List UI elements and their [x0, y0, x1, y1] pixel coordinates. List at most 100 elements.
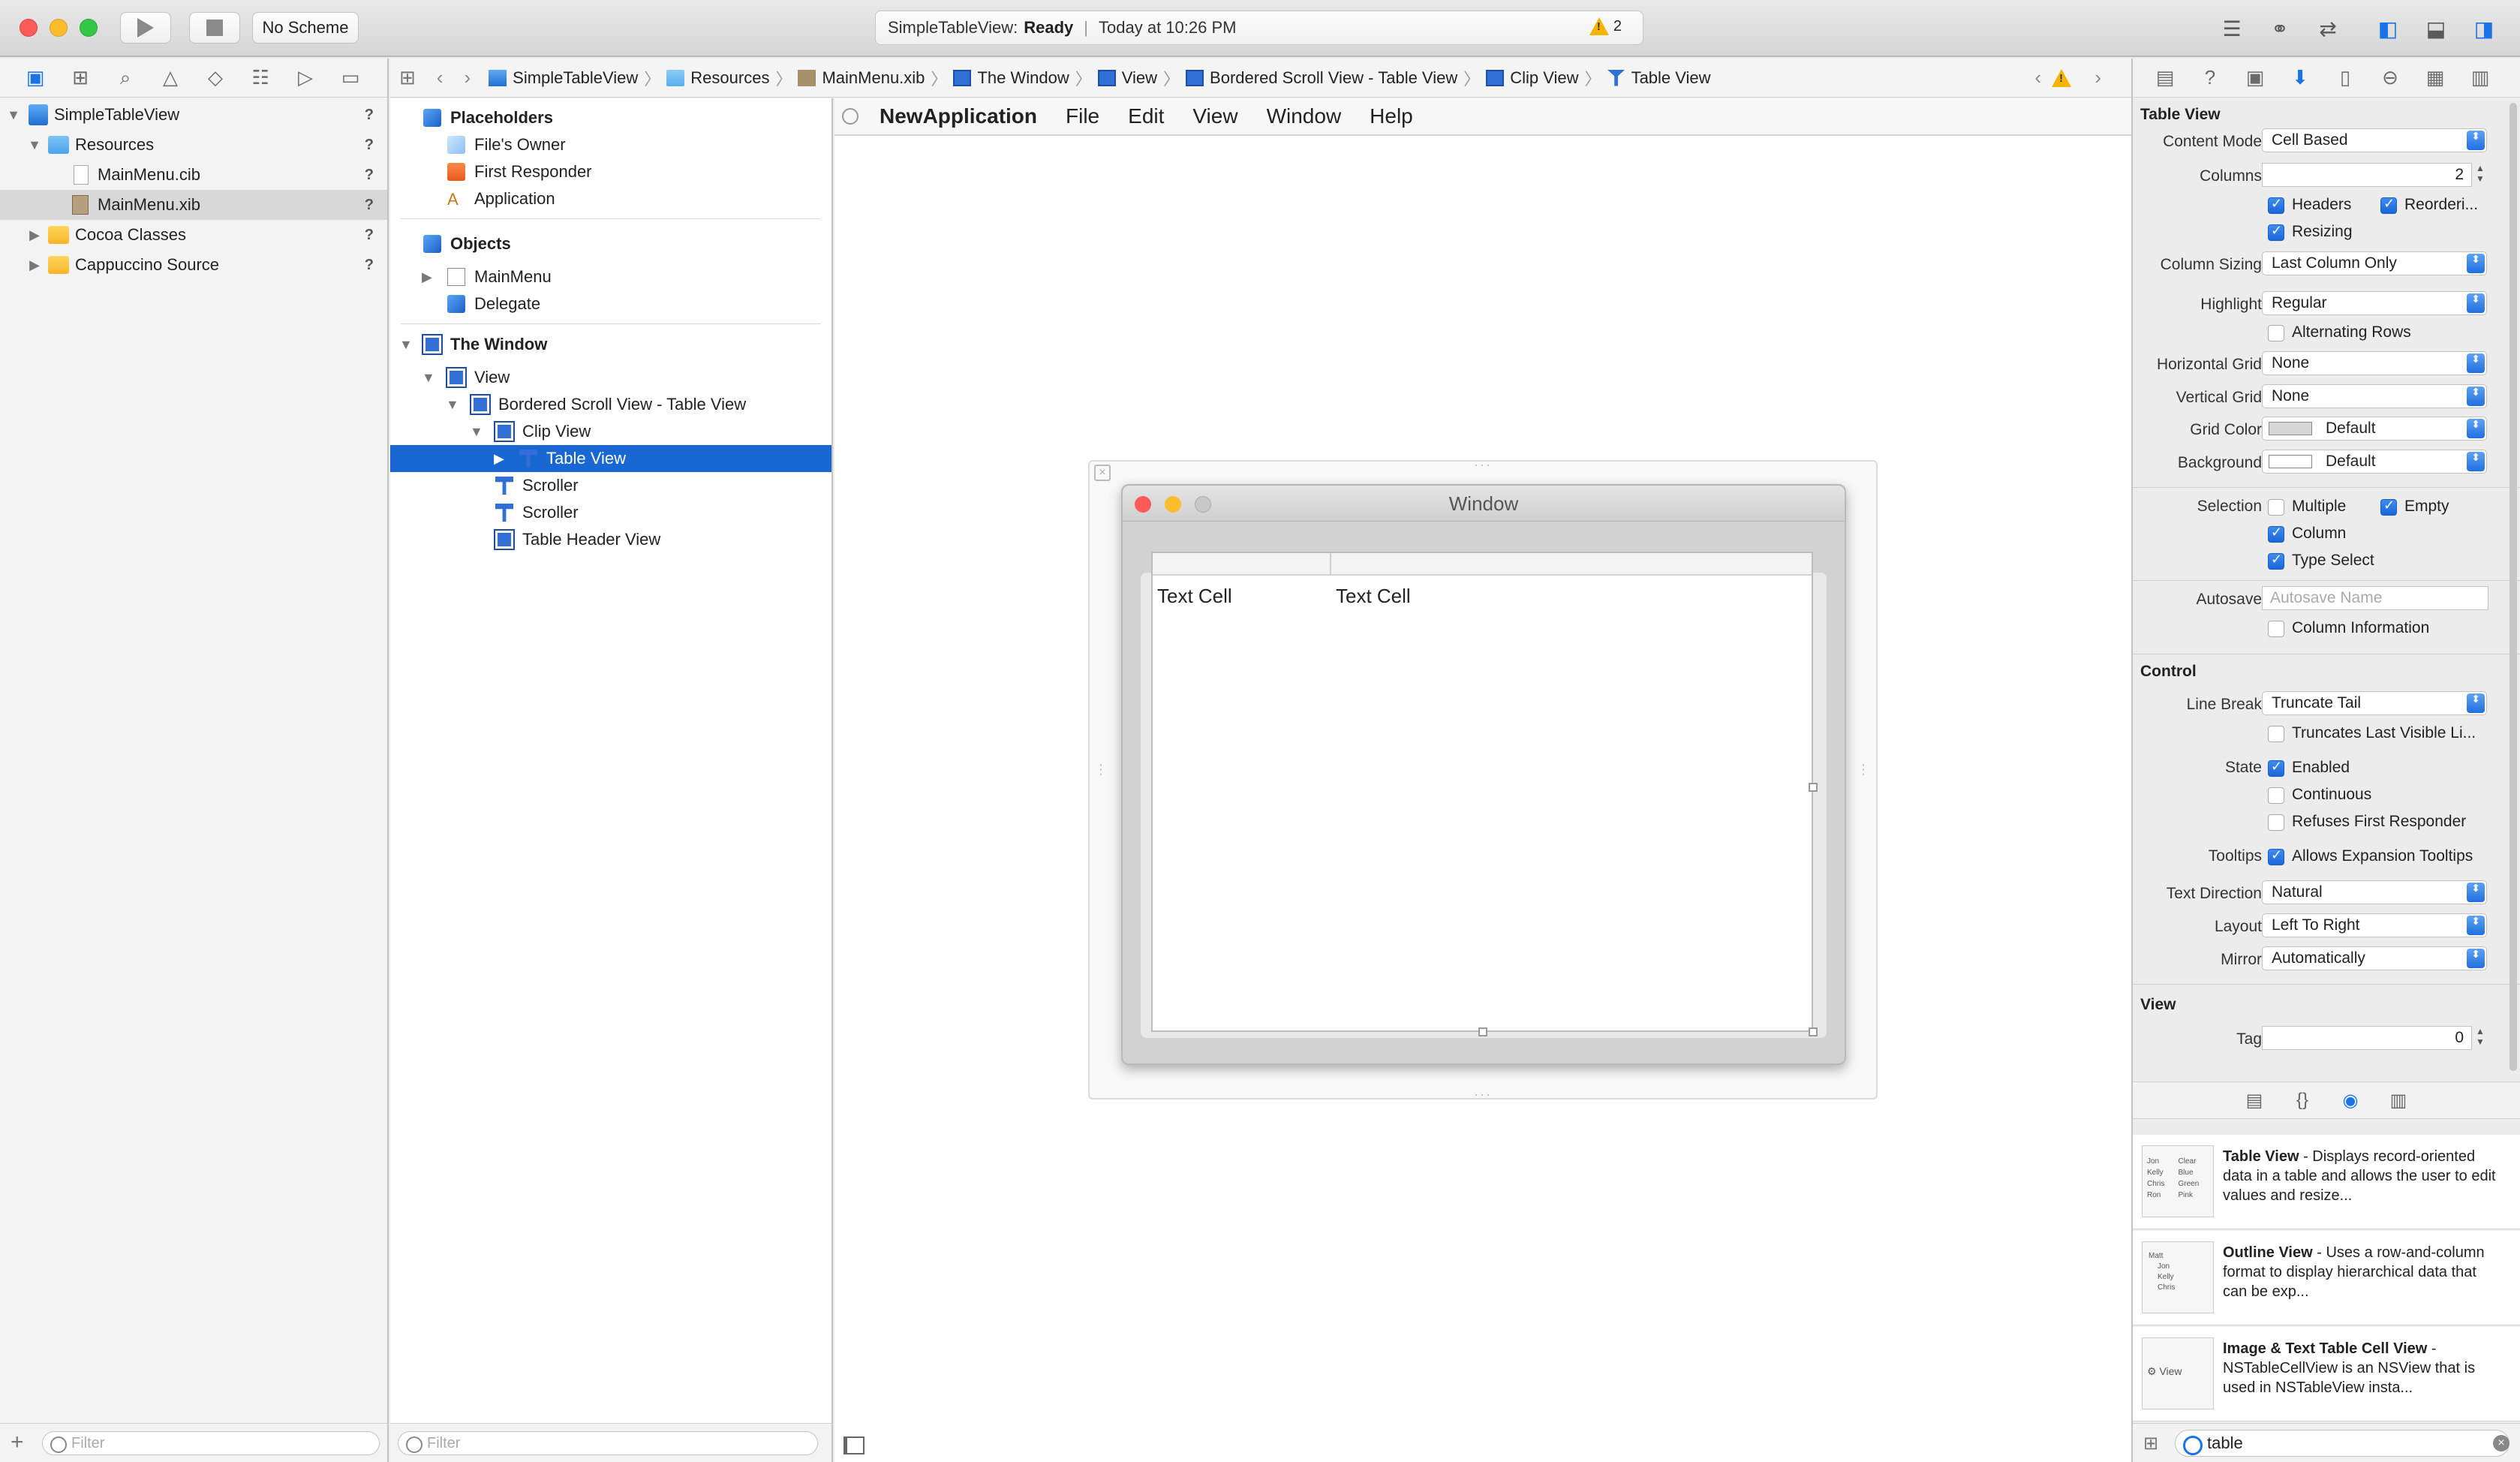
resize-handle[interactable]: [1809, 783, 1818, 792]
line-break-popup[interactable]: Truncate Tail ⬍: [2262, 691, 2487, 715]
navigator-filter-input[interactable]: Filter: [42, 1431, 380, 1455]
outline-item-application[interactable]: A Application: [390, 185, 831, 212]
effects-inspector-icon[interactable]: ▥: [2469, 66, 2491, 89]
alternating-rows-checkbox[interactable]: [2268, 325, 2284, 341]
mirror-popup[interactable]: Automatically ⬍: [2262, 946, 2487, 970]
resize-dots-icon[interactable]: ⋮: [1857, 762, 1872, 778]
disclosure-open-icon[interactable]: ▼: [470, 424, 483, 440]
connections-inspector-icon[interactable]: ⊖: [2379, 66, 2401, 89]
jump-item-clip-view[interactable]: Clip View: [1486, 68, 1579, 88]
type-select-checkbox[interactable]: [2268, 552, 2284, 570]
code-snippet-library-icon[interactable]: {}: [2292, 1090, 2313, 1111]
outline-section-placeholders[interactable]: Placeholders: [390, 104, 831, 131]
inspector-scrollbar[interactable]: [2509, 103, 2517, 1071]
column-divider[interactable]: [1330, 553, 1331, 576]
window-minimize-button[interactable]: [50, 19, 68, 37]
jump-item-scroll-view[interactable]: Bordered Scroll View - Table View: [1186, 68, 1457, 88]
issue-navigator-warning-icon[interactable]: △: [158, 65, 183, 91]
window-zoom-button[interactable]: [80, 19, 98, 37]
attributes-inspector-icon[interactable]: ⬇: [2289, 66, 2311, 89]
previous-issue-chevron-icon[interactable]: ‹: [2034, 66, 2041, 89]
stop-button[interactable]: [189, 12, 240, 44]
outline-item-first-responder[interactable]: First Responder: [390, 158, 831, 185]
jump-item-view[interactable]: View: [1097, 68, 1157, 88]
library-search-input[interactable]: table: [2175, 1430, 2509, 1457]
resize-handle[interactable]: [1478, 1027, 1487, 1036]
refuses-first-responder-checkbox[interactable]: [2268, 814, 2284, 831]
jump-item-xib[interactable]: MainMenu.xib: [798, 68, 925, 88]
nav-item-mainmenu-xib[interactable]: MainMenu.xib ?: [0, 190, 387, 220]
menu-view[interactable]: View: [1192, 104, 1237, 128]
table-scroll-view[interactable]: Text Cell Text Cell: [1151, 552, 1818, 1036]
enabled-checkbox[interactable]: [2268, 759, 2284, 777]
menu-close-icon[interactable]: [842, 108, 859, 125]
grid-color-popup[interactable]: Default ⬍: [2262, 417, 2487, 441]
breakpoint-navigator-icon[interactable]: ▷: [293, 65, 318, 91]
columns-stepper-icon[interactable]: ▲ ▼: [2473, 163, 2487, 187]
empty-selection-checkbox[interactable]: [2380, 498, 2397, 516]
standard-editor-icon[interactable]: ☰: [2212, 14, 2251, 44]
headers-checkbox[interactable]: [2268, 196, 2284, 214]
disclosure-open-icon[interactable]: ▼: [399, 337, 413, 353]
file-inspector-icon[interactable]: ▤: [2154, 66, 2176, 89]
layout-popup[interactable]: Left To Right ⬍: [2262, 913, 2487, 937]
nav-item-resources[interactable]: ▼ Resources ?: [0, 130, 387, 160]
multiple-selection-checkbox[interactable]: [2268, 499, 2284, 516]
outline-section-objects[interactable]: Objects: [390, 230, 831, 257]
outline-item-view[interactable]: ▼ View: [390, 364, 831, 391]
nav-item-project[interactable]: ▼ SimpleTableView ?: [0, 100, 387, 130]
content-mode-popup[interactable]: Cell Based ⬍: [2262, 128, 2487, 152]
toggle-utilities-icon[interactable]: ◨: [2464, 14, 2503, 44]
menu-window[interactable]: Window: [1267, 104, 1342, 128]
menu-app-name[interactable]: NewApplication: [880, 104, 1037, 128]
table-header[interactable]: [1153, 553, 1812, 576]
symbol-navigator-icon[interactable]: ⊞: [68, 65, 93, 91]
nav-item-mainmenu-cib[interactable]: MainMenu.cib ?: [0, 160, 387, 190]
version-editor-icon[interactable]: ⇄: [2308, 14, 2347, 44]
resize-dots-icon[interactable]: ⋮: [1094, 762, 1109, 778]
issue-warning-icon[interactable]: [2052, 68, 2071, 87]
disclosure-open-icon[interactable]: ▼: [422, 370, 435, 386]
outline-item-files-owner[interactable]: File's Owner: [390, 131, 831, 158]
columns-field[interactable]: 2: [2262, 163, 2472, 187]
nav-item-cappuccino-source[interactable]: ▶ Cappuccino Source ?: [0, 250, 387, 280]
design-window[interactable]: Window Text Cell Text Cell: [1121, 484, 1846, 1065]
outline-filter-input[interactable]: Filter: [398, 1431, 818, 1455]
reordering-checkbox[interactable]: [2380, 196, 2397, 214]
next-issue-chevron-icon[interactable]: ›: [2094, 66, 2101, 89]
outline-section-window[interactable]: ▼ The Window: [390, 331, 831, 358]
outline-item-scroller-2[interactable]: Scroller: [390, 499, 831, 526]
run-button[interactable]: [120, 12, 171, 44]
text-direction-popup[interactable]: Natural ⬍: [2262, 880, 2487, 904]
report-navigator-icon[interactable]: ▭: [338, 65, 363, 91]
nav-item-cocoa-classes[interactable]: ▶ Cocoa Classes ?: [0, 220, 387, 250]
resize-handle[interactable]: [1809, 1027, 1818, 1036]
related-items-grid-icon[interactable]: ⊞: [399, 66, 416, 89]
outline-item-table-header-view[interactable]: Table Header View: [390, 526, 831, 553]
toggle-debug-area-icon[interactable]: ⬓: [2416, 14, 2455, 44]
table-text-cell-2[interactable]: Text Cell: [1336, 585, 1411, 608]
quick-help-icon[interactable]: ?: [2199, 66, 2221, 89]
disclosure-open-icon[interactable]: ▼: [446, 397, 459, 413]
bindings-inspector-icon[interactable]: ▦: [2424, 66, 2446, 89]
menu-edit[interactable]: Edit: [1128, 104, 1164, 128]
clear-search-icon[interactable]: ×: [2493, 1435, 2509, 1451]
highlight-popup[interactable]: Regular ⬍: [2262, 291, 2487, 315]
library-grid-view-icon[interactable]: ⊞: [2143, 1433, 2163, 1454]
table-text-cell-1[interactable]: Text Cell: [1157, 585, 1232, 608]
forward-chevron-icon[interactable]: ›: [464, 66, 471, 89]
toggle-navigator-icon[interactable]: ◧: [2368, 14, 2407, 44]
find-navigator-search-icon[interactable]: ⌕: [113, 65, 138, 91]
jump-item-project[interactable]: SimpleTableView: [489, 68, 638, 88]
media-library-icon[interactable]: ▥: [2388, 1090, 2409, 1111]
disclosure-closed-icon[interactable]: ▶: [27, 227, 42, 243]
jump-item-table-view[interactable]: Table View: [1607, 68, 1711, 88]
disclosure-closed-icon[interactable]: ▶: [494, 451, 504, 467]
menu-file[interactable]: File: [1066, 104, 1099, 128]
file-template-library-icon[interactable]: ▤: [2244, 1090, 2265, 1111]
disclosure-closed-icon[interactable]: ▶: [27, 257, 42, 273]
tag-field[interactable]: 0: [2262, 1026, 2472, 1050]
horizontal-grid-popup[interactable]: None ⬍: [2262, 351, 2487, 375]
resize-dots-icon[interactable]: ···: [1474, 1087, 1492, 1103]
outline-item-scroller-1[interactable]: Scroller: [390, 472, 831, 499]
